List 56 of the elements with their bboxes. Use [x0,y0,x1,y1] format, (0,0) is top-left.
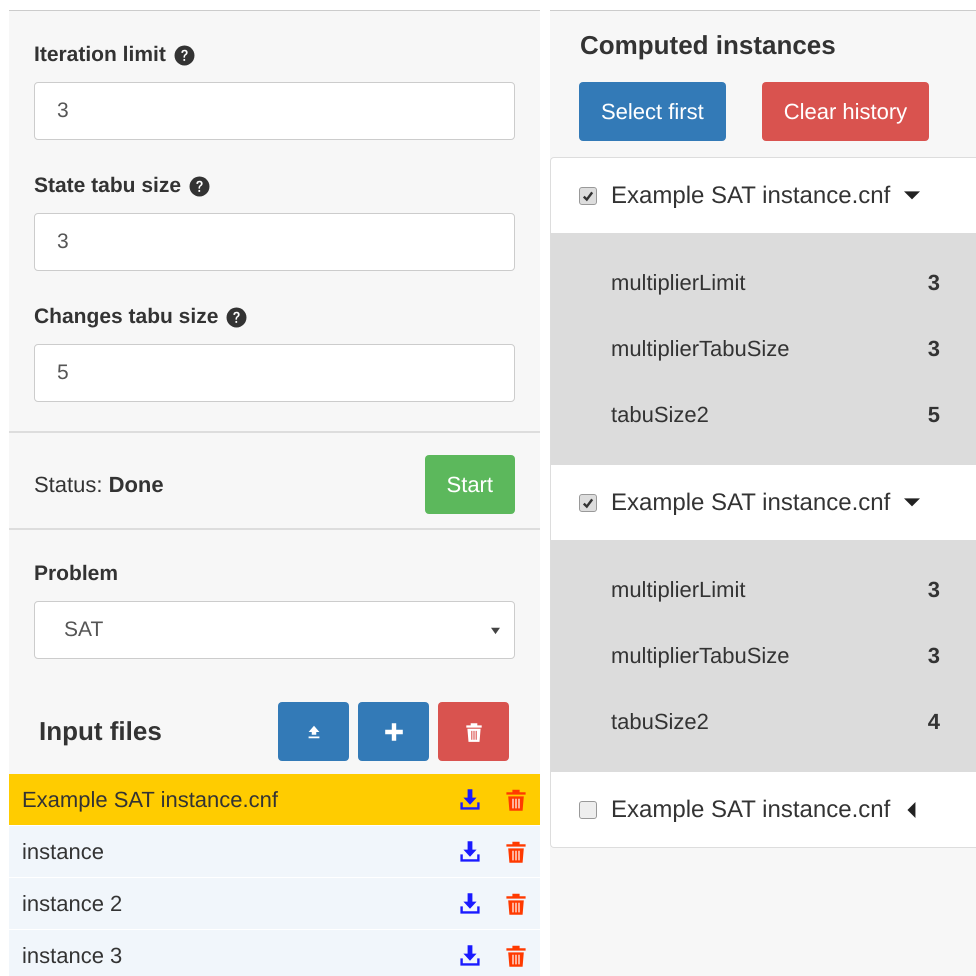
number-field[interactable]: 5 [34,344,515,402]
plus-icon [382,720,404,742]
download-icon[interactable] [458,892,482,916]
help-icon[interactable] [189,176,210,196]
file-name: instance [22,838,105,864]
parameter-name: multiplierTabuSize [611,336,790,362]
file-name: instance 3 [22,942,124,968]
file-row[interactable]: instance 2 [9,878,540,929]
number-field[interactable]: 3 [34,213,515,271]
checkbox[interactable] [579,800,597,818]
trash-icon[interactable] [504,840,528,864]
number-field[interactable]: 3 [34,82,515,140]
parameter-name: multiplierLimit [611,270,746,296]
parameter-name: tabuSize2 [611,709,709,735]
checkmark-icon [582,496,594,508]
file-row[interactable]: instance [9,826,540,877]
parameter-value: 5 [928,402,940,428]
parameter-value: 3 [928,577,940,603]
field-label: Changes tabu size [34,305,218,329]
checkmark-icon [582,190,594,202]
instance-name: Example SAT instance.cnf [611,488,890,516]
parameter-value: 3 [928,270,940,296]
file-name: instance 2 [22,890,124,916]
trash-icon[interactable] [504,944,528,968]
help-icon[interactable] [174,44,195,66]
delete-button[interactable] [438,702,509,761]
history-button[interactable]: Clear history [762,82,930,141]
file-row[interactable]: instance 3 [9,930,540,976]
download-icon[interactable] [458,788,482,812]
checkbox[interactable] [579,494,597,512]
instance-name: Example SAT instance.cnf [611,182,890,210]
parameter-name: tabuSize2 [611,402,709,428]
field-label: State tabu size [34,174,182,198]
field-label: Problem [34,562,118,586]
file-row[interactable]: Example SAT instance.cnf [9,774,540,825]
help-icon[interactable] [226,306,248,328]
field-label: Iteration limit [34,43,166,67]
file-name: Example SAT instance.cnf [22,786,279,812]
download-icon[interactable] [458,840,482,864]
parameter-value: 4 [928,709,940,735]
checkbox[interactable] [579,186,597,204]
instance-name: Example SAT instance.cnf [611,796,890,824]
dropdown-arrow-icon [491,626,500,634]
section-title: Input files [39,716,162,747]
trash-icon[interactable] [504,892,528,916]
parameter-name: multiplierLimit [611,577,746,603]
parameter-name: multiplierTabuSize [611,643,790,669]
history-button[interactable]: Select first [579,82,726,141]
trash-icon[interactable] [504,788,528,812]
download-icon[interactable] [458,944,482,968]
status-text: Status: Done [34,472,164,498]
panel-title: Computed instances [580,30,837,60]
add-button[interactable] [358,702,429,761]
parameter-value: 3 [928,643,940,669]
problem-dropdown[interactable]: SAT [34,601,515,659]
parameter-value: 3 [928,336,940,362]
